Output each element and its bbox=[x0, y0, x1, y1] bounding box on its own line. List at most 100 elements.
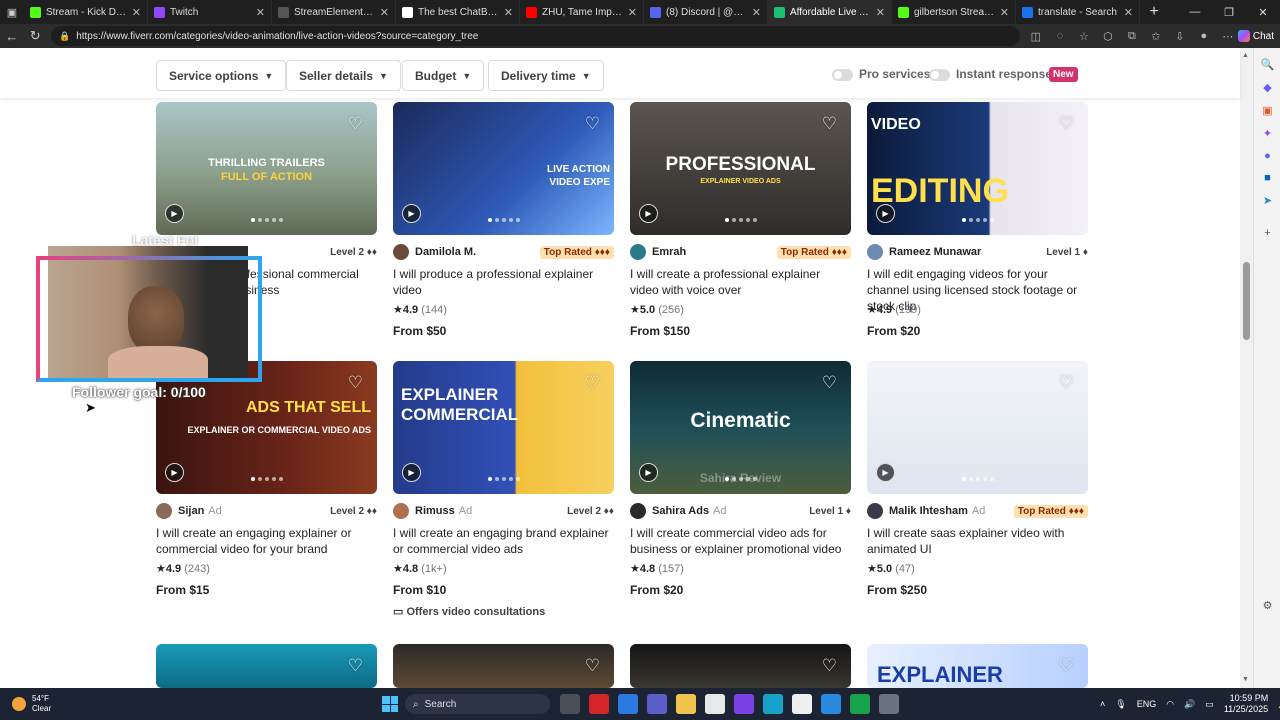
seller-name[interactable]: Sahira Ads bbox=[652, 505, 709, 517]
gig-card[interactable]: Cinematic Sahira Review ♡ ▶ Sahira Ads Ad Leve… bbox=[630, 361, 851, 597]
browser-tab[interactable]: gilbertson Stream - We ✕ bbox=[892, 0, 1016, 24]
gig-title[interactable]: I will create an engaging explainer or c… bbox=[156, 525, 377, 557]
play-icon[interactable]: ▶ bbox=[876, 463, 895, 482]
gig-thumbnail[interactable]: ♡ bbox=[393, 644, 614, 688]
minimize-icon[interactable]: — bbox=[1178, 6, 1212, 19]
gig-thumbnail[interactable]: LIVE ACTION VIDEO EXPE ♡ ▶ bbox=[393, 102, 614, 235]
gig-card[interactable]: ♡ bbox=[630, 644, 851, 688]
gig-thumbnail[interactable]: Cinematic Sahira Review ♡ ▶ bbox=[630, 361, 851, 494]
gig-card[interactable]: LIVE ACTION VIDEO EXPE ♡ ▶ Damilola M. Top Ra… bbox=[393, 102, 614, 338]
search-icon[interactable]: 🔍 bbox=[1254, 58, 1280, 71]
battery-icon[interactable]: ▭ bbox=[1205, 699, 1214, 710]
favorite-star-icon[interactable]: ☆ bbox=[1074, 30, 1094, 43]
scroll-down-icon[interactable]: ▼ bbox=[1242, 676, 1249, 683]
heart-icon[interactable]: ♡ bbox=[822, 373, 837, 393]
gig-card[interactable]: ♡ ▶ Malik Ihtesham Ad Top Rated ♦♦♦ I will cr… bbox=[867, 361, 1088, 597]
app-icon-red[interactable] bbox=[589, 694, 609, 714]
close-tab-icon[interactable]: ✕ bbox=[132, 6, 141, 19]
gig-card[interactable]: EXPLAINER ♡ bbox=[867, 644, 1088, 688]
gig-thumbnail[interactable]: PROFESSIONAL EXPLAINER VIDEO ADS ♡ ▶ bbox=[630, 102, 851, 235]
obs-icon[interactable] bbox=[734, 694, 754, 714]
service-options-dropdown[interactable]: Service options ▼ bbox=[156, 60, 287, 91]
tray-chevron-icon[interactable]: ˄ bbox=[1100, 699, 1105, 709]
collections-icon[interactable]: ⧉ bbox=[1122, 30, 1142, 43]
carousel-dots[interactable] bbox=[250, 477, 283, 481]
seller-name[interactable]: Emrah bbox=[652, 246, 686, 258]
close-tab-icon[interactable]: ✕ bbox=[504, 6, 513, 19]
wifi-icon[interactable]: ◠ bbox=[1166, 699, 1174, 710]
browser-tab[interactable]: Stream - Kick Dashboa ✕ bbox=[24, 0, 148, 24]
browser-tab[interactable]: translate - Search ✕ bbox=[1016, 0, 1140, 24]
budget-dropdown[interactable]: Budget ▼ bbox=[402, 60, 485, 91]
notepad-icon[interactable] bbox=[792, 694, 812, 714]
avatar[interactable] bbox=[156, 503, 172, 519]
seller-name[interactable]: Malik Ihtesham bbox=[889, 505, 968, 517]
browser-tab[interactable]: StreamElements - light ✕ bbox=[272, 0, 396, 24]
gig-thumbnail[interactable]: EXPLAINER ♡ bbox=[867, 644, 1088, 688]
gig-thumbnail[interactable]: ♡ bbox=[156, 644, 377, 688]
edge-icon[interactable] bbox=[763, 694, 783, 714]
seller-name[interactable]: Sijan bbox=[178, 505, 204, 517]
gig-title[interactable]: I will create a professional explainer v… bbox=[630, 266, 851, 298]
gig-title[interactable]: I will produce a professional explainer … bbox=[393, 266, 614, 298]
heart-icon[interactable]: ♡ bbox=[348, 373, 363, 393]
avatar[interactable] bbox=[630, 244, 646, 260]
close-tab-icon[interactable]: ✕ bbox=[628, 6, 637, 19]
close-tab-icon[interactable]: ✕ bbox=[876, 6, 885, 19]
extensions-icon[interactable]: ⬡ bbox=[1098, 30, 1118, 43]
gig-card[interactable]: PROFESSIONAL EXPLAINER VIDEO ADS ♡ ▶ Emrah To… bbox=[630, 102, 851, 338]
gig-thumbnail[interactable]: VIDEO EDITING ♡ ▶ bbox=[867, 102, 1088, 235]
close-window-icon[interactable]: ✕ bbox=[1246, 6, 1280, 19]
gig-thumbnail[interactable]: ♡ bbox=[630, 644, 851, 688]
snipping-icon[interactable] bbox=[821, 694, 841, 714]
heart-icon[interactable]: ♡ bbox=[822, 114, 837, 134]
file-explorer-icon[interactable] bbox=[676, 694, 696, 714]
carousel-dots[interactable] bbox=[250, 218, 283, 222]
scrollbar-thumb[interactable] bbox=[1243, 262, 1250, 340]
copilot-side-icon[interactable]: ◆ bbox=[1254, 81, 1280, 94]
seller-name[interactable]: Rimuss bbox=[415, 505, 455, 517]
heart-icon[interactable]: ♡ bbox=[1059, 656, 1074, 676]
scroll-up-icon[interactable]: ▲ bbox=[1242, 52, 1249, 59]
gig-title[interactable]: I will create an engaging brand explaine… bbox=[393, 525, 614, 557]
gig-card[interactable]: EXPLAINER COMMERCIAL ♡ ▶ Rimuss Ad Level 2 ♦♦ I… bbox=[393, 361, 614, 618]
heart-icon[interactable]: ♡ bbox=[348, 656, 363, 676]
teams-icon[interactable] bbox=[647, 694, 667, 714]
play-icon[interactable]: ▶ bbox=[402, 463, 421, 482]
tab-actions-icon[interactable]: ▣ bbox=[0, 0, 24, 24]
avatar[interactable] bbox=[867, 503, 883, 519]
calculator-icon[interactable] bbox=[705, 694, 725, 714]
gig-card[interactable]: VIDEO EDITING ♡ ▶ Rameez Munawar Level 1 ♦ I w… bbox=[867, 102, 1088, 338]
instant-response-toggle[interactable] bbox=[929, 69, 950, 81]
close-tab-icon[interactable]: ✕ bbox=[1000, 6, 1009, 19]
carousel-dots[interactable] bbox=[961, 218, 994, 222]
seller-details-dropdown[interactable]: Seller details ▼ bbox=[286, 60, 401, 91]
heart-icon[interactable]: ♡ bbox=[822, 656, 837, 676]
heart-icon[interactable]: ♡ bbox=[585, 656, 600, 676]
browser-tab[interactable]: (8) Discord | @Ajacent ✕ bbox=[644, 0, 768, 24]
seller-name[interactable]: Damilola M. bbox=[415, 246, 476, 258]
seller-name[interactable]: Rameez Munawar bbox=[889, 246, 981, 258]
split-screen-icon[interactable]: ◫ bbox=[1026, 30, 1046, 43]
play-icon[interactable]: ▶ bbox=[402, 204, 421, 223]
send-icon[interactable]: ➤ bbox=[1254, 194, 1280, 207]
carousel-dots[interactable] bbox=[724, 218, 757, 222]
avatar[interactable] bbox=[393, 503, 409, 519]
language-indicator[interactable]: ENG bbox=[1137, 699, 1157, 709]
outlook-icon[interactable]: ■ bbox=[1254, 172, 1280, 184]
close-tab-icon[interactable]: ✕ bbox=[1124, 6, 1133, 19]
gig-thumbnail[interactable]: EXPLAINER COMMERCIAL ♡ ▶ bbox=[393, 361, 614, 494]
taskbar-search[interactable]: ⌕ Search bbox=[405, 694, 550, 714]
tools-icon[interactable]: ✦ bbox=[1254, 127, 1280, 140]
heart-icon[interactable]: ♡ bbox=[1059, 114, 1074, 134]
browser-tab[interactable]: Twitch ✕ bbox=[148, 0, 272, 24]
avatar[interactable] bbox=[630, 503, 646, 519]
gig-title[interactable]: I will create commercial video ads for b… bbox=[630, 525, 851, 557]
play-icon[interactable]: ▶ bbox=[876, 204, 895, 223]
carousel-dots[interactable] bbox=[487, 477, 520, 481]
heart-icon[interactable]: ♡ bbox=[348, 114, 363, 134]
heart-icon[interactable]: ♡ bbox=[585, 114, 600, 134]
maximize-icon[interactable]: ❐ bbox=[1212, 6, 1246, 19]
copilot-chat-button[interactable]: Chat bbox=[1237, 30, 1274, 42]
downloads-icon[interactable]: ⇩ bbox=[1170, 30, 1190, 43]
